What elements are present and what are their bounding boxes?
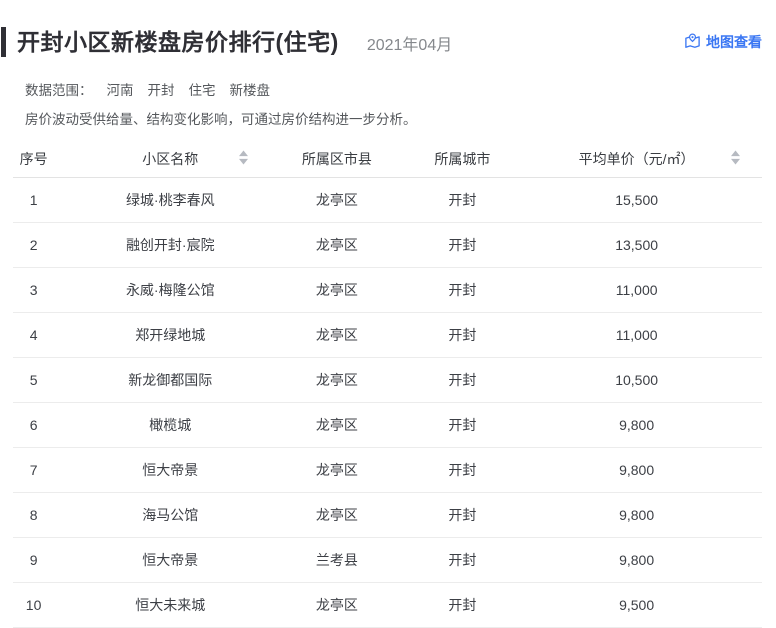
cell-rank: 8 [13, 507, 54, 523]
cell-community-name: 恒大帝景 [54, 460, 286, 480]
cell-city: 开封 [387, 415, 537, 435]
cell-community-name: 绿城·桃李春风 [54, 190, 286, 210]
col-header-city: 所属城市 [387, 149, 537, 169]
table-row: 6 橄榄城 龙亭区 开封 9,800 [13, 403, 762, 448]
cell-price: 9,800 [537, 507, 762, 523]
cell-city: 开封 [387, 370, 537, 390]
cell-community-name: 橄榄城 [54, 415, 286, 435]
cell-price: 9,500 [537, 597, 762, 613]
cell-city: 开封 [387, 280, 537, 300]
col-header-rank: 序号 [13, 149, 54, 169]
cell-city: 开封 [387, 235, 537, 255]
cell-community-name: 恒大未来城 [54, 595, 286, 615]
scope-item-city: 开封 [148, 83, 175, 98]
cell-rank: 7 [13, 462, 54, 478]
scope-item-category: 新楼盘 [230, 83, 271, 98]
cell-price: 11,000 [537, 327, 762, 343]
cell-price: 15,500 [537, 192, 762, 208]
cell-rank: 1 [13, 192, 54, 208]
cell-price: 9,800 [537, 462, 762, 478]
price-table: 序号 小区名称 所属区市县 所属城市 平均单价（元/㎡） [13, 140, 762, 628]
cell-city: 开封 [387, 595, 537, 615]
sort-arrows-icon[interactable] [731, 150, 740, 167]
table-row: 4 郑开绿地城 龙亭区 开封 11,000 [13, 313, 762, 358]
sort-arrows-icon[interactable] [239, 150, 248, 167]
scope-item-type: 住宅 [189, 83, 216, 98]
table-row: 9 恒大帝景 兰考县 开封 9,800 [13, 538, 762, 583]
cell-community-name: 恒大帝景 [54, 550, 286, 570]
report-date: 2021年04月 [367, 31, 452, 55]
cell-community-name: 融创开封·宸院 [54, 235, 286, 255]
title-accent-bar [1, 27, 6, 57]
cell-rank: 9 [13, 552, 54, 568]
cell-rank: 5 [13, 372, 54, 388]
cell-city: 开封 [387, 190, 537, 210]
cell-district: 龙亭区 [286, 190, 387, 210]
map-view-link-label: 地图查看 [706, 32, 762, 52]
cell-price: 9,800 [537, 417, 762, 433]
table-row: 3 永威·梅隆公馆 龙亭区 开封 11,000 [13, 268, 762, 313]
cell-price: 11,000 [537, 282, 762, 298]
table-row: 1 绿城·桃李春风 龙亭区 开封 15,500 [13, 178, 762, 223]
page: 开封小区新楼盘房价排行(住宅) 2021年04月 地图查看 数据范围：河南开封住… [0, 0, 776, 625]
cell-rank: 10 [13, 597, 54, 613]
cell-city: 开封 [387, 460, 537, 480]
cell-district: 龙亭区 [286, 370, 387, 390]
cell-city: 开封 [387, 550, 537, 570]
cell-price: 13,500 [537, 237, 762, 253]
cell-rank: 3 [13, 282, 54, 298]
table-row: 5 新龙御都国际 龙亭区 开封 10,500 [13, 358, 762, 403]
cell-district: 龙亭区 [286, 505, 387, 525]
cell-price: 10,500 [537, 372, 762, 388]
cell-rank: 2 [13, 237, 54, 253]
cell-city: 开封 [387, 505, 537, 525]
table-header: 序号 小区名称 所属区市县 所属城市 平均单价（元/㎡） [13, 140, 762, 178]
cell-city: 开封 [387, 325, 537, 345]
cell-rank: 4 [13, 327, 54, 343]
cell-district: 龙亭区 [286, 595, 387, 615]
cell-price: 9,800 [537, 552, 762, 568]
table-row: 8 海马公馆 龙亭区 开封 9,800 [13, 493, 762, 538]
cell-district: 龙亭区 [286, 325, 387, 345]
cell-community-name: 郑开绿地城 [54, 325, 286, 345]
meta-section: 数据范围： 河南开封住宅新楼盘 房价波动受供给量、结构变化影响，可通过房价结构进一… [0, 79, 776, 128]
map-pin-icon [684, 33, 701, 50]
col-header-price[interactable]: 平均单价（元/㎡） [537, 149, 762, 169]
data-scope: 数据范围： 河南开封住宅新楼盘 [25, 79, 776, 99]
title-bar: 开封小区新楼盘房价排行(住宅) 2021年04月 地图查看 [0, 0, 776, 58]
cell-rank: 6 [13, 417, 54, 433]
col-header-district: 所属区市县 [286, 149, 387, 169]
table-row: 10 恒大未来城 龙亭区 开封 9,500 [13, 583, 762, 628]
scope-item-province: 河南 [107, 83, 134, 98]
cell-community-name: 海马公馆 [54, 505, 286, 525]
cell-district: 龙亭区 [286, 415, 387, 435]
table-row: 7 恒大帝景 龙亭区 开封 9,800 [13, 448, 762, 493]
description: 房价波动受供给量、结构变化影响，可通过房价结构进一步分析。 [25, 108, 776, 128]
page-title: 开封小区新楼盘房价排行(住宅) [17, 27, 339, 58]
col-header-name[interactable]: 小区名称 [54, 149, 286, 169]
cell-community-name: 新龙御都国际 [54, 370, 286, 390]
cell-district: 龙亭区 [286, 280, 387, 300]
data-scope-label: 数据范围： [25, 83, 93, 98]
cell-district: 龙亭区 [286, 235, 387, 255]
cell-district: 兰考县 [286, 550, 387, 570]
cell-community-name: 永威·梅隆公馆 [54, 280, 286, 300]
table-row: 2 融创开封·宸院 龙亭区 开封 13,500 [13, 223, 762, 268]
map-view-link[interactable]: 地图查看 [684, 32, 762, 52]
cell-district: 龙亭区 [286, 460, 387, 480]
